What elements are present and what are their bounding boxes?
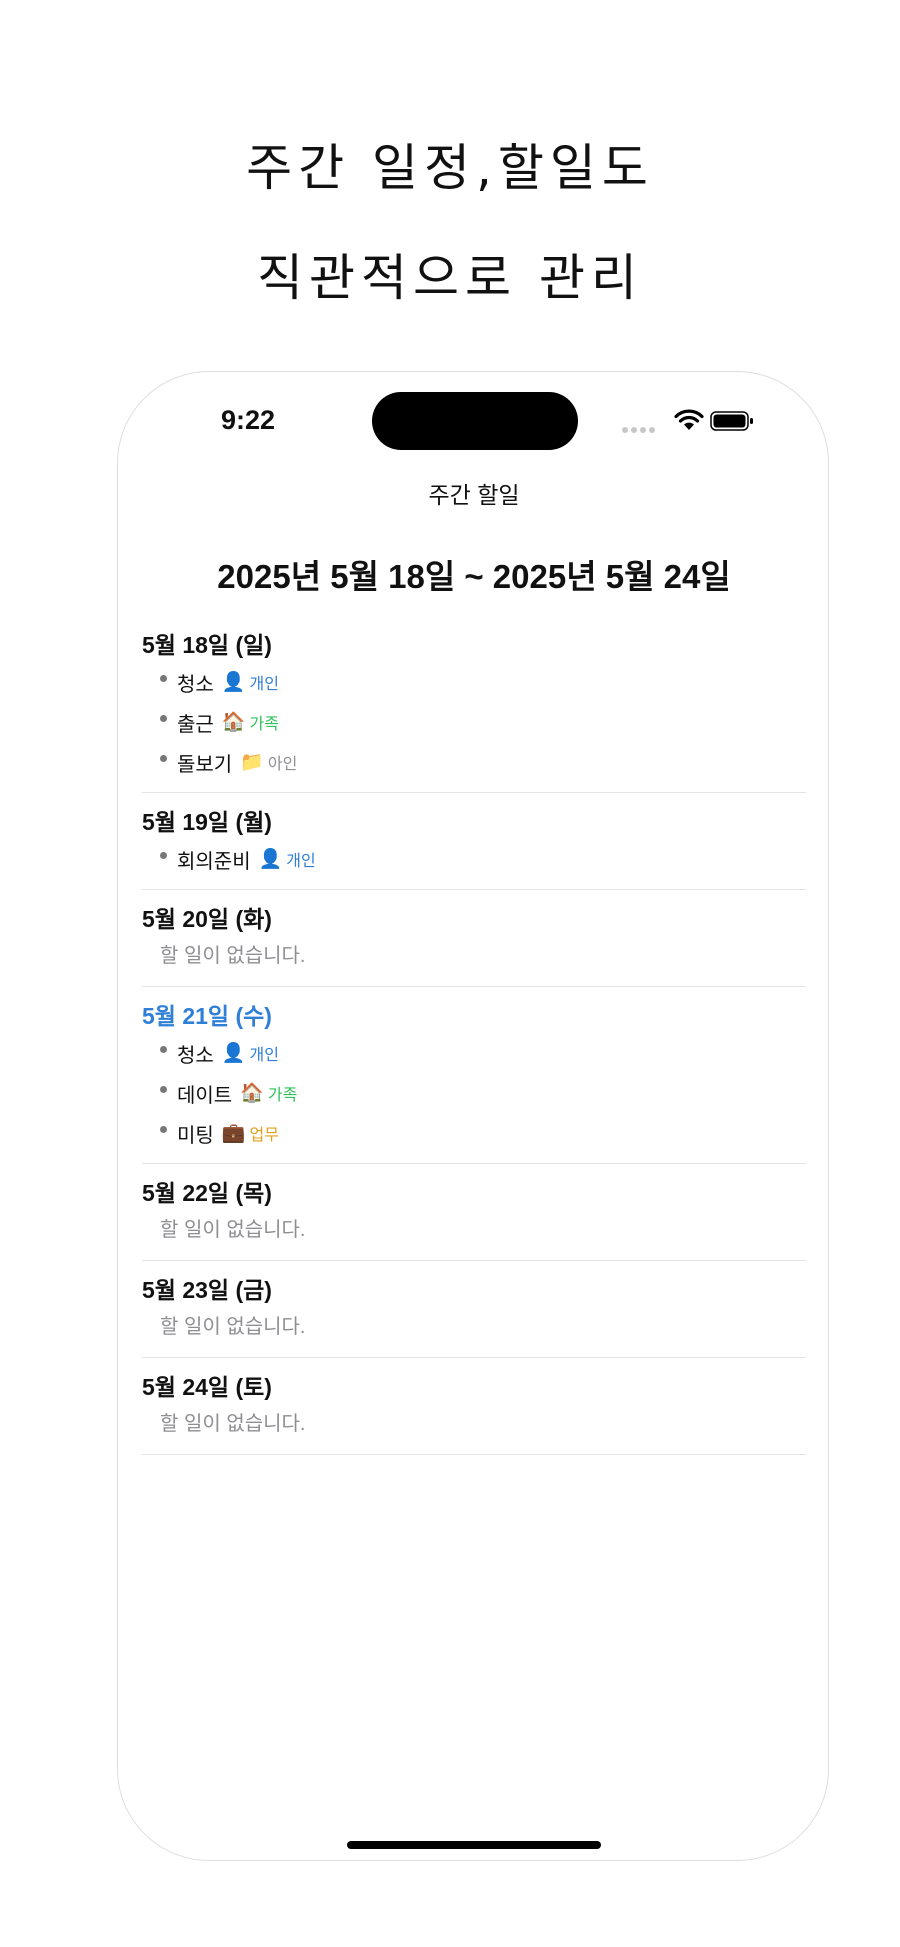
hero-title-line-1: 주간 일정,할일도 xyxy=(246,139,654,197)
category-tag: 업무 xyxy=(249,1127,279,1144)
task-title: 돌보기 xyxy=(177,753,233,776)
day-section: 5월 22일 (목) 할 일이 없습니다. xyxy=(142,1164,806,1261)
briefcase-icon: 💼 xyxy=(221,1123,246,1144)
task-title: 청소 xyxy=(177,673,214,696)
category-tag: 가족 xyxy=(249,716,279,733)
day-header: 5월 21일 (수) xyxy=(142,1003,272,1029)
hero-banner: 주간 일정,할일도 직관적으로 관리 xyxy=(0,0,900,360)
task-item[interactable]: 청소 👤 개인 xyxy=(142,1033,806,1073)
bullet-icon xyxy=(160,1125,167,1133)
task-item[interactable]: 청소 👤 개인 xyxy=(142,662,806,702)
task-item[interactable]: 출근 🏠 가족 xyxy=(142,702,806,742)
person-icon: 👤 xyxy=(258,849,283,870)
bullet-icon xyxy=(160,851,167,859)
day-section: 5월 24일 (토) 할 일이 없습니다. xyxy=(142,1358,806,1455)
empty-state-text: 할 일이 없습니다. xyxy=(160,1316,306,1338)
day-header: 5월 19일 (월) xyxy=(142,809,272,835)
task-title: 청소 xyxy=(177,1044,214,1067)
task-item[interactable]: 데이트 🏠 가족 xyxy=(142,1073,806,1113)
status-icons xyxy=(622,408,762,438)
day-header: 5월 22일 (목) xyxy=(142,1180,272,1206)
day-header: 5월 18일 (일) xyxy=(142,632,272,658)
task-title: 미팅 xyxy=(177,1124,214,1147)
day-header: 5월 20일 (화) xyxy=(142,906,272,932)
person-icon: 👤 xyxy=(221,1043,246,1064)
day-section: 5월 20일 (화) 할 일이 없습니다. xyxy=(142,890,806,987)
bullet-icon xyxy=(160,1085,167,1093)
day-section: 5월 19일 (월) 회의준비 👤 개인 xyxy=(142,793,806,890)
category-tag: 가족 xyxy=(267,1087,298,1104)
task-item[interactable]: 돌보기 📁 아인 xyxy=(142,742,806,782)
bullet-icon xyxy=(160,674,167,682)
dynamic-island xyxy=(372,392,578,450)
phone-frame: 9:22 주간 할일 2025년 5월 18일 ~ 2025년 5월 24일 5… xyxy=(117,371,829,1861)
category-tag: 개인 xyxy=(249,676,279,693)
category-tag: 아인 xyxy=(267,756,298,773)
day-header: 5월 24일 (토) xyxy=(142,1374,272,1400)
day-header: 5월 23일 (금) xyxy=(142,1277,272,1303)
nav-title: 주간 할일 xyxy=(428,482,520,508)
week-range-title: 2025년 5월 18일 ~ 2025년 5월 24일 xyxy=(217,558,731,595)
status-time: 9:22 xyxy=(221,405,276,435)
day-list: 5월 18일 (일) 청소 👤 개인 출근 🏠 가족 돌보기 📁 아인 5월 19일 (월) 회의준비… xyxy=(142,616,806,1455)
hero-title-line-2: 직관적으로 관리 xyxy=(257,249,643,307)
day-section: 5월 18일 (일) 청소 👤 개인출근 🏠 가족돌보기 📁 아인 xyxy=(142,616,806,793)
task-item[interactable]: 회의준비 👤 개인 xyxy=(142,839,806,879)
cellular-signal-icon xyxy=(622,418,658,437)
bullet-icon xyxy=(160,754,167,762)
empty-state-text: 할 일이 없습니다. xyxy=(160,1219,306,1241)
task-title: 데이트 xyxy=(177,1084,233,1107)
category-tag: 개인 xyxy=(286,853,316,870)
task-title: 회의준비 xyxy=(177,850,251,873)
person-icon: 👤 xyxy=(221,672,246,693)
battery-icon xyxy=(710,411,753,431)
day-section: 5월 23일 (금) 할 일이 없습니다. xyxy=(142,1261,806,1358)
task-item[interactable]: 미팅 💼 업무 xyxy=(142,1113,806,1153)
category-tag: 개인 xyxy=(249,1047,279,1064)
day-section: 5월 21일 (수) 청소 👤 개인데이트 🏠 가족미팅 💼 업무 xyxy=(142,987,806,1164)
folder-icon: 📁 xyxy=(240,752,264,773)
house-icon: 🏠 xyxy=(240,1083,264,1104)
home-indicator[interactable] xyxy=(347,1841,601,1849)
bullet-icon xyxy=(160,1045,167,1053)
wifi-icon xyxy=(674,409,704,430)
empty-state-text: 할 일이 없습니다. xyxy=(160,1413,306,1435)
house-icon: 🏠 xyxy=(221,712,246,733)
task-title: 출근 xyxy=(177,713,214,736)
empty-state-text: 할 일이 없습니다. xyxy=(160,945,306,967)
bullet-icon xyxy=(160,714,167,722)
